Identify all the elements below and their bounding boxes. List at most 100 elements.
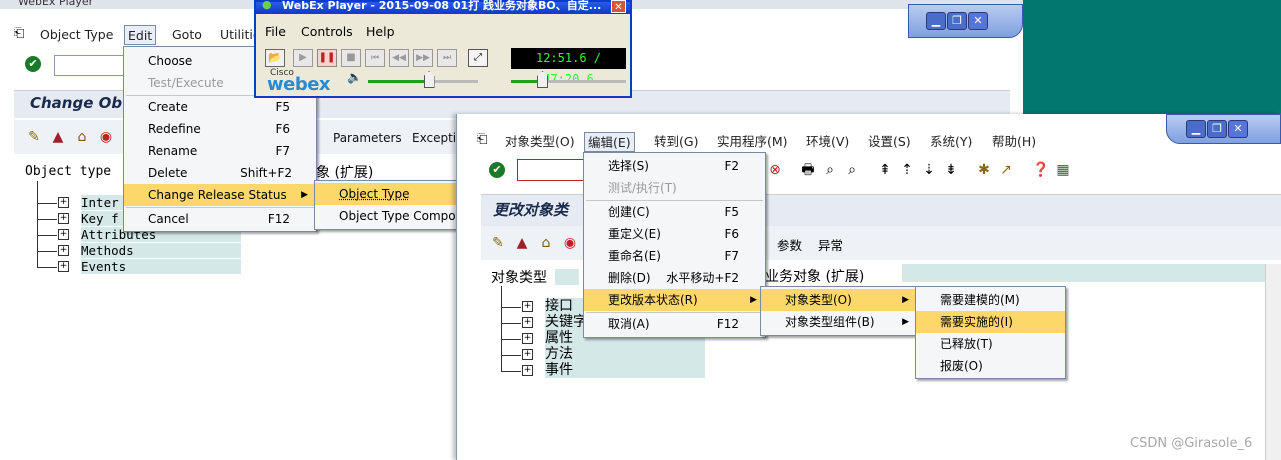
fast-forward-icon[interactable]: ▶▶ [413,49,433,67]
menu-system[interactable]: 系统(Y) [927,132,975,152]
player-close-icon[interactable]: ✕ [611,0,626,13]
new-session-icon[interactable]: ✱ [975,161,993,179]
submenu-item-object-type-component[interactable]: 对象类型组件(B) ▶ [761,311,917,333]
hat-icon[interactable]: ▲ [513,234,531,252]
first-page-icon[interactable]: ⇞ [876,161,894,179]
fullscreen-icon[interactable]: ⤢ [468,49,488,67]
rewind-icon[interactable]: ◀◀ [389,49,409,67]
hierarchy-icon[interactable]: ⌂ [73,128,91,146]
last-page-icon[interactable]: ⇟ [942,161,960,179]
submenu-item-object-type[interactable]: Object Type [315,183,463,205]
progress-slider[interactable] [511,68,626,90]
menu-goto[interactable]: Goto [169,25,205,45]
prev-page-icon[interactable]: ⇡ [898,161,916,179]
expand-icon[interactable]: + [522,301,533,312]
restore-icon[interactable]: ❐ [1207,120,1227,138]
open-folder-icon[interactable]: 📂 [265,49,285,67]
volume-thumb[interactable] [423,71,435,88]
play-icon[interactable]: ▶ [293,49,313,67]
menu-item-change-release-status[interactable]: 更改版本状态(R) ▶ [584,289,765,311]
edit-pencil-icon[interactable]: ✎ [489,234,507,252]
cancel-icon[interactable]: ⊗ [766,161,784,179]
status-item-obsolete[interactable]: 报废(O) [916,355,1065,377]
vertical-scrollbar[interactable] [1265,264,1281,460]
stop-icon[interactable]: ■ [341,49,361,67]
close-icon[interactable]: ✕ [968,12,988,30]
menu-item-redefine[interactable]: 重定义(E) F6 [584,223,765,245]
find-icon[interactable]: ⌕ [821,161,839,179]
menu-item-redefine[interactable]: Redefine F6 [124,118,316,140]
menu-object-type[interactable]: 对象类型(O) [502,132,578,152]
tree-item-events[interactable]: 事件 [545,362,705,378]
expand-icon[interactable]: + [58,197,69,208]
menu-item-rename[interactable]: 重命名(E) F7 [584,245,765,267]
player-menu-controls[interactable]: Controls [301,24,353,39]
submenu-item-object-type-component[interactable]: Object Type Compor [315,205,463,227]
menu-goto[interactable]: 转到(G) [651,132,701,152]
player-menu-help[interactable]: Help [366,24,395,39]
menu-help[interactable]: 帮助(H) [989,132,1039,152]
expand-icon[interactable]: + [58,229,69,240]
back-params-button[interactable]: Parameters [333,131,402,145]
exit-icon[interactable]: ⎗ [14,26,24,41]
exit-icon[interactable]: ⎗ [477,132,487,147]
front-exceptions-button[interactable]: 异常 [818,235,843,254]
player-menu-file[interactable]: File [265,24,286,39]
restore-icon[interactable]: ❐ [947,12,967,30]
close-icon[interactable]: ✕ [1228,120,1248,138]
menu-item-delete[interactable]: Delete Shift+F2 [124,162,316,184]
menu-edit[interactable]: Edit [124,25,157,45]
expand-icon[interactable]: + [58,213,69,224]
status-item-to-be-modeled[interactable]: 需要建模的(M) [916,289,1065,311]
expand-icon[interactable]: + [522,333,533,344]
skip-start-icon[interactable]: ⏮ [365,49,385,67]
menu-item-change-release-status[interactable]: Change Release Status ▶ [124,184,316,206]
menu-item-rename[interactable]: Rename F7 [124,140,316,162]
menu-item-cancel[interactable]: 取消(A) F12 [584,313,765,335]
tree-item-events[interactable]: Events [81,259,241,274]
menu-settings[interactable]: 设置(S) [865,132,914,152]
hat-icon[interactable]: ▲ [49,128,67,146]
expand-icon[interactable]: + [522,317,533,328]
edit-pencil-icon[interactable]: ✎ [25,128,43,146]
expand-icon[interactable]: + [522,349,533,360]
find-next-icon[interactable]: ⌕ [843,161,861,179]
menu-object-type[interactable]: Object Type [37,25,116,45]
help-icon[interactable]: ❓ [1032,161,1050,179]
pause-icon[interactable]: ❚❚ [317,49,337,67]
submenu-item-object-type[interactable]: 对象类型(O) ▶ [761,289,917,311]
volume-slider[interactable] [368,68,478,90]
minimize-icon[interactable]: ▁ [1186,120,1206,138]
status-item-released[interactable]: 已释放(T) [916,333,1065,355]
expand-icon[interactable]: + [58,245,69,256]
progress-thumb[interactable] [537,71,549,88]
hierarchy-icon[interactable]: ⌂ [537,234,555,252]
shortcut-icon[interactable]: ↗ [997,161,1015,179]
menu-item-create[interactable]: 创建(C) F5 [584,201,765,223]
next-page-icon[interactable]: ⇣ [920,161,938,179]
layout-icon[interactable]: ▦ [1054,161,1072,179]
front-params-button[interactable]: 参数 [777,235,802,254]
print-icon[interactable]: 🖶 [799,161,817,179]
skip-end-icon[interactable]: ⏭ [437,49,457,67]
status-item-to-be-implemented[interactable]: 需要实施的(I) [916,311,1065,333]
menu-edit[interactable]: 编辑(E) [584,132,635,152]
menu-item-choose[interactable]: 选择(S) F2 [584,155,765,177]
volume-icon[interactable]: 🔈 [347,70,362,84]
menu-utilities[interactable]: 实用程序(M) [714,132,791,152]
back-command-field[interactable] [54,55,124,76]
back-enter-icon[interactable]: ✔ [25,56,41,72]
minimize-icon[interactable]: ▁ [926,12,946,30]
expand-icon[interactable]: + [522,365,533,376]
expand-icon[interactable]: + [58,261,69,272]
tree-item-methods[interactable]: 方法 [545,346,705,362]
check-object-icon[interactable]: ◉ [561,234,579,252]
check-object-icon[interactable]: ◉ [97,128,115,146]
menu-item-cancel[interactable]: Cancel F12 [124,208,316,230]
menu-item-create[interactable]: Create F5 [124,96,316,118]
menu-item-delete[interactable]: 删除(D) 水平移动+F2 [584,267,765,289]
menu-environment[interactable]: 环境(V) [803,132,852,152]
front-enter-icon[interactable]: ✔ [489,162,505,178]
tree-item-methods[interactable]: Methods [81,243,241,258]
front-command-field[interactable] [517,159,587,181]
